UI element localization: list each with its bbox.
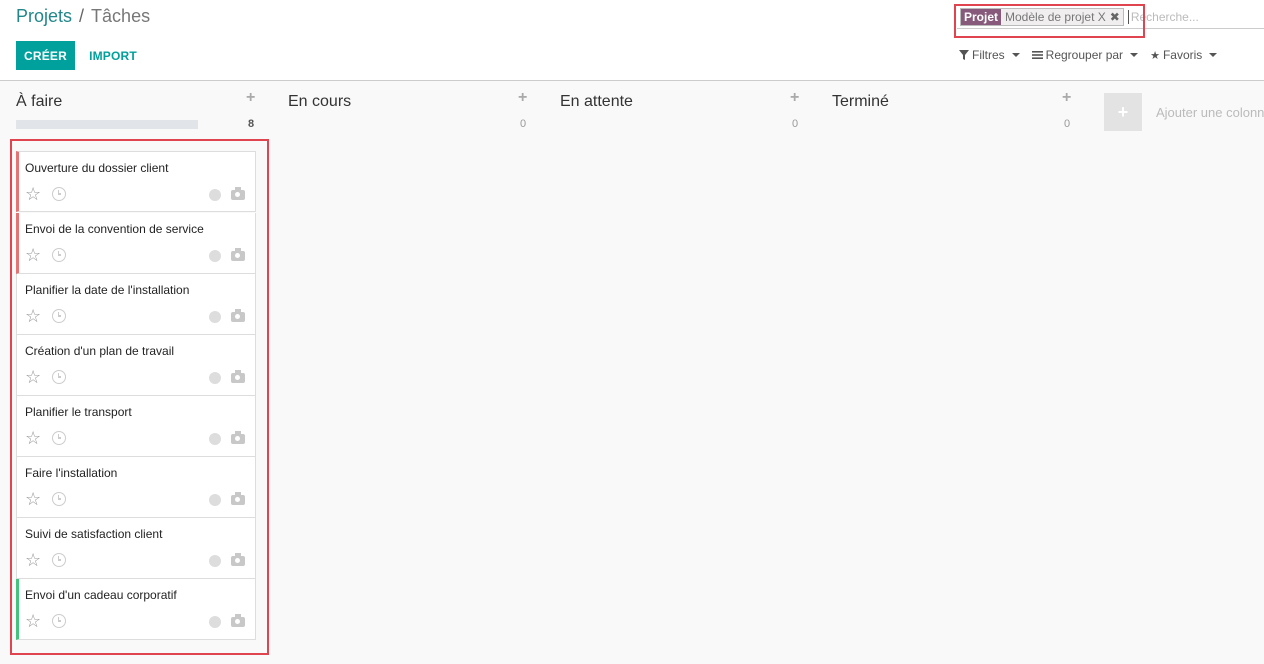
column-title: En attente [560, 93, 633, 110]
column-quick-add-icon[interactable]: + [1062, 89, 1071, 107]
filters-dropdown[interactable]: Filtres [959, 48, 1020, 62]
breadcrumb-separator: / [79, 6, 85, 26]
group-by-dropdown[interactable]: Regrouper par [1031, 48, 1139, 62]
column-count: 0 [1064, 118, 1071, 130]
column-count: 0 [792, 118, 799, 130]
column-quick-add-icon[interactable]: + [790, 89, 799, 107]
column-count: 0 [520, 118, 527, 130]
bars-icon [1031, 51, 1043, 59]
filter-icon [959, 50, 969, 60]
group-by-caret-icon [1130, 53, 1139, 57]
star-icon: ★ [1150, 49, 1160, 62]
add-column-label: Ajouter une colonne [1156, 104, 1264, 120]
kanban-column-done: Terminé + 0 [832, 81, 1072, 664]
search-input[interactable] [1127, 10, 1248, 24]
favorites-dropdown[interactable]: ★ Favoris [1150, 48, 1218, 62]
column-quick-add-icon[interactable]: + [246, 89, 255, 107]
column-title: En cours [288, 93, 352, 110]
breadcrumb-projects-link[interactable]: Projets [16, 6, 72, 27]
column-progress-bar[interactable] [16, 120, 198, 129]
group-by-label: Regrouper par [1045, 48, 1124, 62]
cards-highlight [10, 139, 269, 655]
breadcrumb-current: Tâches [91, 6, 151, 26]
favorites-label: Favoris [1162, 48, 1203, 62]
breadcrumb: Projets / Tâches [16, 6, 150, 27]
filters-caret-icon [1011, 53, 1020, 57]
favorites-caret-icon [1209, 53, 1218, 57]
import-button[interactable]: IMPORT [82, 41, 144, 70]
column-quick-add-icon[interactable]: + [518, 89, 527, 107]
create-button[interactable]: CRÉER [16, 41, 75, 70]
column-count: 8 [248, 118, 255, 130]
add-column-icon[interactable]: + [1104, 93, 1142, 131]
filters-label: Filtres [972, 48, 1005, 62]
search-options: Filtres Regrouper par ★ Favoris [959, 48, 1218, 62]
search-facet-highlight [954, 4, 1145, 38]
kanban-column-waiting: En attente + 0 [560, 81, 800, 664]
kanban-column-in-progress: En cours + 0 [288, 81, 528, 664]
column-title: Terminé [832, 93, 889, 110]
control-panel: Projets / Tâches CRÉER IMPORT Projet Mod… [0, 0, 1264, 81]
add-column[interactable]: + Ajouter une colonne [1104, 93, 1264, 131]
column-title: À faire [16, 93, 63, 110]
